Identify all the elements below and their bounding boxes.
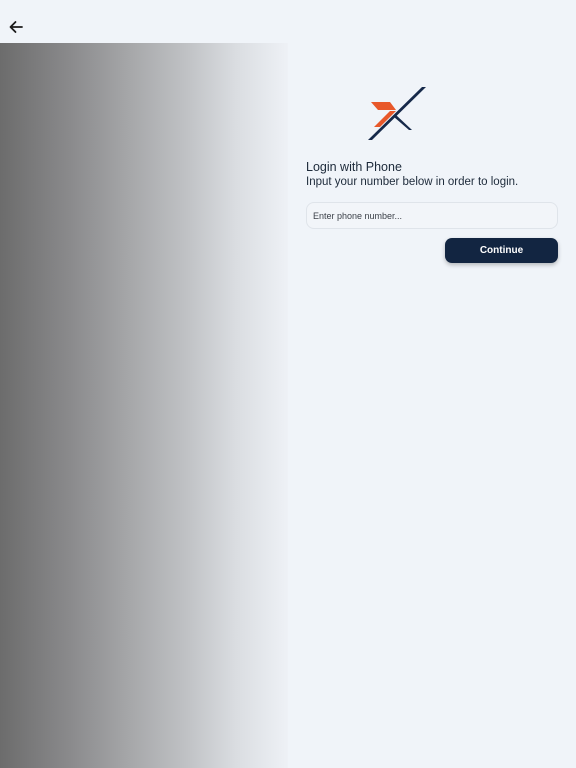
phone-number-input[interactable] [306, 202, 558, 229]
back-button[interactable] [4, 15, 28, 39]
continue-button[interactable]: Continue [445, 238, 558, 263]
page-title: Login with Phone [306, 160, 402, 174]
side-image-panel [0, 43, 288, 768]
x-logo-icon [368, 87, 426, 140]
arrow-left-icon [9, 21, 23, 33]
login-screen: Login with Phone Input your number below… [0, 0, 576, 768]
top-bar [0, 0, 576, 43]
page-subtitle: Input your number below in order to logi… [306, 176, 519, 188]
login-panel: Login with Phone Input your number below… [288, 43, 576, 768]
